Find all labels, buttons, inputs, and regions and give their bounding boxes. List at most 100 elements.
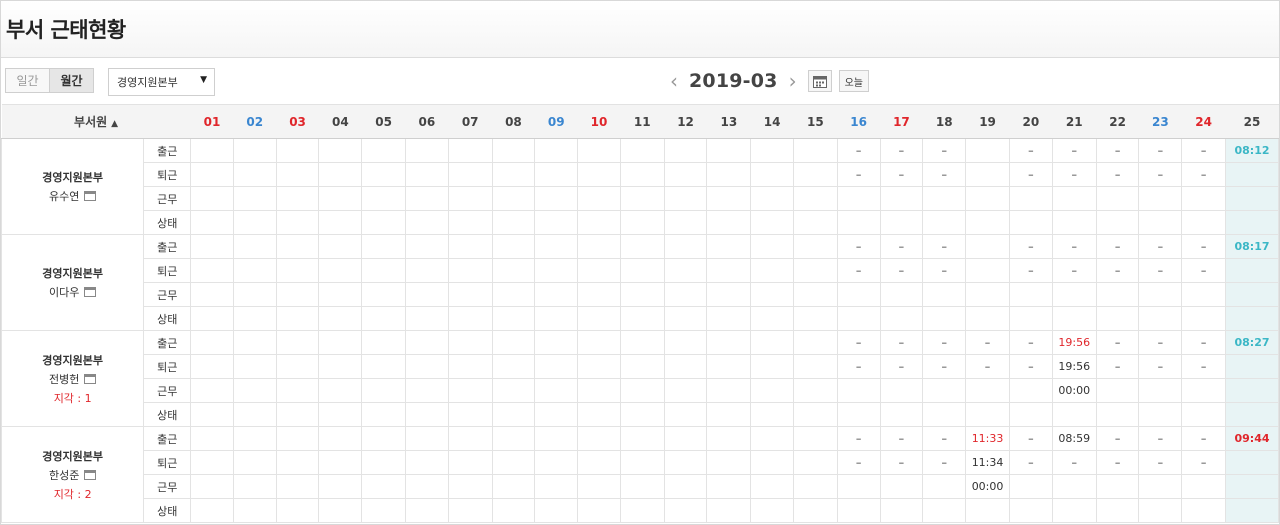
day-cell	[447, 282, 493, 307]
day-cell	[534, 474, 579, 499]
day-cell	[275, 138, 320, 163]
day-cell: –	[1009, 162, 1053, 187]
day-cell	[750, 138, 794, 163]
day-cell	[1051, 306, 1097, 331]
today-button[interactable]: 오늘	[838, 70, 870, 92]
next-month-icon[interactable]: ›	[784, 69, 802, 93]
day-cell	[792, 378, 838, 403]
day-cell	[447, 186, 493, 211]
day-cell	[190, 210, 234, 235]
day-cell	[1225, 306, 1279, 331]
day-cell	[750, 210, 794, 235]
dept-select[interactable]: 경영지원본부 ▼	[108, 68, 215, 96]
day-cell	[577, 330, 621, 355]
day-cell: –	[879, 138, 924, 163]
day-cell	[965, 306, 1010, 331]
day-cell	[879, 474, 924, 499]
day-cell	[965, 378, 1010, 403]
day-cell	[577, 258, 621, 283]
day-cell	[1009, 498, 1053, 523]
member-cell: 경영지원본부 이다우	[1, 234, 145, 331]
calendar-button[interactable]	[807, 70, 832, 92]
attendance-page: 부서 근태현황 일간 월간 경영지원본부 ▼ ‹ 2019-03 › 오늘 부서…	[0, 0, 1280, 525]
row-type-label: 출근	[143, 426, 192, 451]
card-icon[interactable]	[84, 373, 97, 384]
day-cell	[619, 210, 665, 235]
day-cell: –	[1138, 258, 1183, 283]
day-cell	[706, 474, 752, 499]
card-icon[interactable]	[84, 191, 97, 201]
day-cell	[750, 330, 794, 355]
day-cell	[361, 450, 406, 475]
day-cell	[190, 234, 234, 259]
day-cell: 08:17	[1225, 234, 1279, 259]
day-cell	[577, 474, 621, 499]
day-cell	[1009, 210, 1053, 235]
day-cell	[663, 402, 708, 427]
day-cell	[318, 282, 363, 307]
day-cell	[405, 186, 449, 211]
day-cell	[965, 402, 1010, 427]
day-cell	[232, 234, 277, 259]
table-row: 경영지원본부 이다우 출근 – – – – – – – –08:17	[1, 234, 1279, 331]
table-row: 상태	[2, 402, 1279, 427]
toolbar: 일간 월간 경영지원본부 ▼ ‹ 2019-03 › 오늘	[1, 58, 1279, 105]
day-cell	[318, 186, 363, 211]
day-header: 17	[880, 104, 923, 139]
card-icon[interactable]	[84, 287, 97, 297]
day-cell: –	[922, 354, 967, 379]
day-cell: –	[1095, 354, 1140, 379]
day-cell: –	[836, 234, 881, 259]
day-cell	[750, 282, 794, 307]
tab-daily[interactable]: 일간	[5, 68, 50, 93]
day-cell: –	[1181, 330, 1227, 355]
day-cell	[922, 378, 967, 403]
day-cell	[491, 138, 536, 163]
day-cell	[792, 474, 838, 499]
day-cell	[275, 474, 320, 499]
day-header: 24	[1181, 104, 1226, 139]
day-cell	[663, 186, 708, 211]
day-cell	[663, 354, 708, 379]
row-type-label: 상태	[143, 402, 192, 427]
day-cell	[706, 498, 752, 523]
day-cell	[405, 162, 449, 187]
day-header: 07	[448, 104, 493, 139]
day-cell: 08:27	[1225, 330, 1279, 355]
member-name-wrap: 유수연	[49, 188, 97, 204]
day-cell	[190, 186, 234, 211]
day-cell	[1009, 282, 1053, 307]
day-cell: –	[1009, 426, 1053, 451]
day-cell	[190, 426, 234, 451]
tab-monthly[interactable]: 월간	[49, 68, 94, 93]
day-cell: –	[1138, 138, 1183, 163]
day-cell	[1181, 186, 1227, 211]
day-cell	[190, 138, 234, 163]
member-dept: 경영지원본부	[42, 267, 104, 280]
day-cell	[275, 450, 320, 475]
row-type-label: 근무	[143, 474, 192, 499]
card-icon[interactable]	[84, 469, 97, 480]
day-cell	[1138, 498, 1183, 523]
day-cell	[836, 210, 881, 235]
table-header-row: 부서원 ▲ 01 02 03 04 05 06 07 08 09 10 11 12 13 14 15 16 17 1…	[1, 104, 1279, 139]
prev-month-icon[interactable]: ‹	[665, 69, 683, 93]
day-cell	[879, 282, 924, 307]
day-cell	[447, 234, 493, 259]
day-cell	[1225, 162, 1279, 187]
day-cell: –	[1138, 234, 1183, 259]
day-cell	[275, 282, 320, 307]
day-cell	[836, 378, 881, 403]
day-cell	[663, 330, 708, 355]
day-cell	[318, 474, 363, 499]
day-cell: –	[1095, 258, 1140, 283]
day-cell: –	[922, 450, 967, 475]
late-count: 지각 : 2	[53, 487, 92, 501]
day-cell	[750, 306, 794, 331]
day-cell	[361, 258, 406, 283]
member-column-header[interactable]: 부서원 ▲	[1, 104, 191, 139]
day-cell	[275, 162, 320, 187]
day-cell	[447, 498, 493, 523]
day-cell	[275, 210, 320, 235]
day-cell	[619, 234, 665, 259]
